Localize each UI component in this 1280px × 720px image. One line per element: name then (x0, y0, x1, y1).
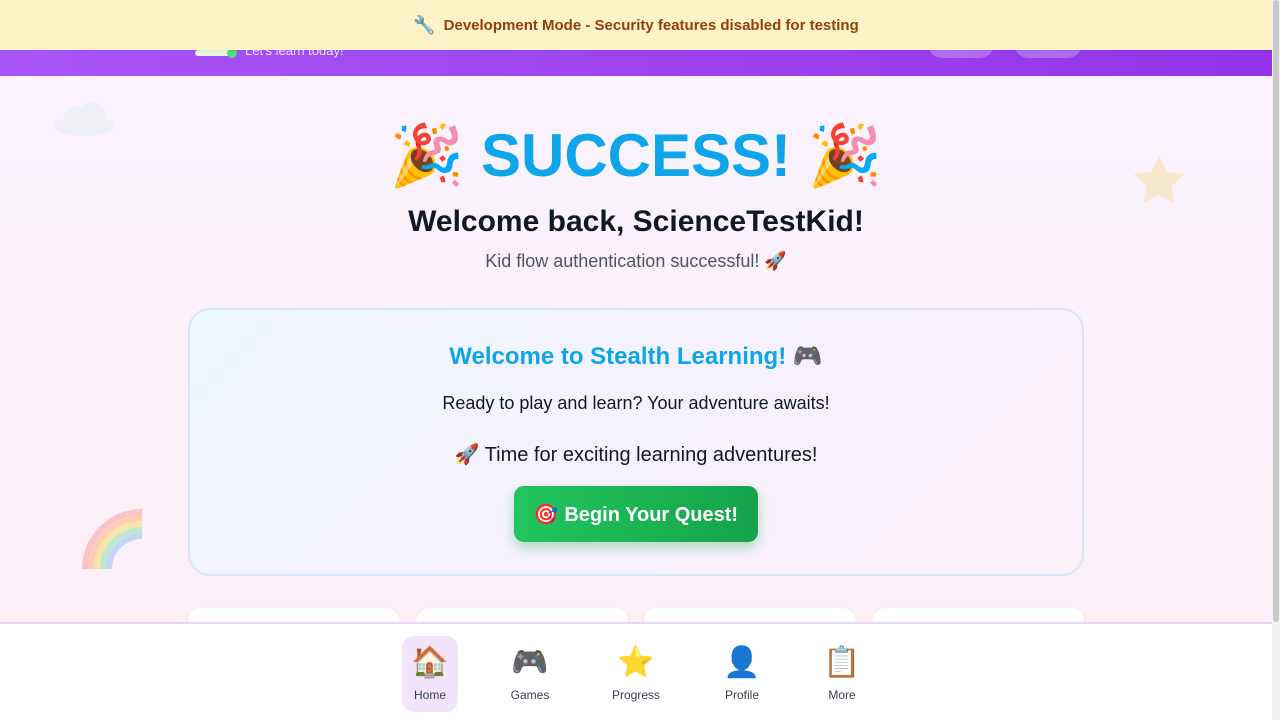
bottom-nav: 🏠 Home 🎮 Games ⭐ Progress 👤 Profile 📋 Mo… (0, 622, 1272, 720)
nav-label-progress: Progress (611, 688, 661, 702)
nav-label-profile: Profile (724, 688, 759, 702)
nav-label-more: More (828, 688, 856, 702)
nav-label-games: Games (510, 688, 550, 702)
nav-item-progress[interactable]: ⭐ Progress (608, 636, 664, 712)
welcome-card-title: Welcome to Stealth Learning! 🎮 (449, 343, 823, 370)
home-icon: 🏠 (411, 646, 449, 679)
nav-item-more[interactable]: 📋 More (814, 636, 870, 712)
nav-item-home[interactable]: 🏠 Home (402, 636, 458, 712)
wrench-icon: 🔧 (413, 14, 436, 35)
auth-success-message: Kid flow authentication successful! 🚀 (485, 251, 787, 271)
game-controller-icon: 🎮 (511, 646, 549, 679)
welcome-card-subtitle: Ready to play and learn? Your adventure … (442, 393, 830, 413)
success-title-text: SUCCESS! (480, 122, 792, 189)
party-popper-icon: 🎉 (807, 122, 883, 189)
dev-mode-text: Development Mode - Security features dis… (443, 16, 859, 34)
clipboard-icon: 📋 (823, 646, 861, 679)
party-popper-icon: 🎉 (389, 122, 465, 189)
logo-bar (195, 50, 231, 56)
page-scrollbar[interactable] (1272, 0, 1280, 720)
dev-mode-banner: 🔧 Development Mode - Security features d… (0, 0, 1272, 50)
rainbow-icon (82, 509, 142, 569)
star-icon: ⭐ (617, 646, 655, 679)
scrollbar-thumb[interactable] (1273, 0, 1279, 622)
nav-item-profile[interactable]: 👤 Profile (714, 636, 770, 712)
user-icon: 👤 (723, 646, 761, 679)
nav-label-home: Home (413, 688, 446, 702)
begin-quest-button[interactable]: 🎯 Begin Your Quest! (514, 486, 758, 542)
adventure-line: 🚀 Time for exciting learning adventures! (454, 444, 818, 466)
nav-item-games[interactable]: 🎮 Games (502, 636, 558, 712)
success-title: 🎉 SUCCESS! 🎉 (0, 120, 1272, 192)
welcome-back-heading: Welcome back, ScienceTestKid! (408, 205, 864, 238)
welcome-card: Welcome to Stealth Learning! 🎮 Ready to … (188, 308, 1084, 576)
